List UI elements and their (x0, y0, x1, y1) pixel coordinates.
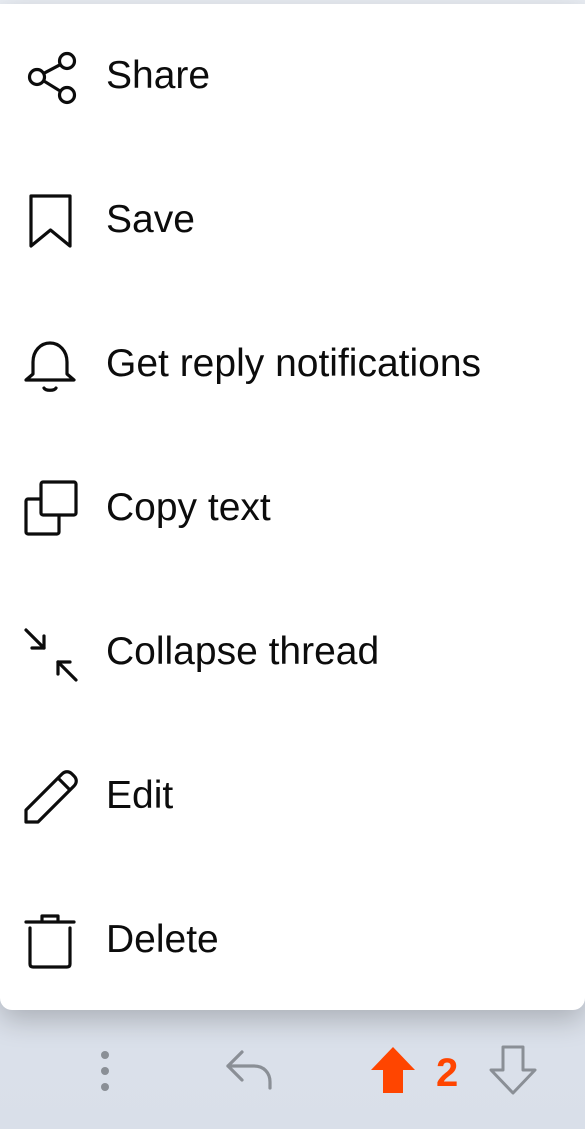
menu-item-delete[interactable]: Delete (0, 868, 585, 1012)
menu-item-label: Collapse thread (106, 630, 380, 673)
menu-item-label: Delete (106, 918, 219, 961)
vote-score: 2 (436, 1051, 459, 1095)
menu-item-label: Copy text (106, 486, 271, 529)
share-icon (18, 44, 82, 108)
comment-overflow-menu: Share Save Get reply notifications Copy … (0, 4, 585, 1010)
bookmark-icon (18, 188, 82, 252)
menu-item-collapse-thread[interactable]: Collapse thread (0, 580, 585, 724)
more-vertical-icon[interactable] (96, 1049, 114, 1093)
menu-item-label: Share (106, 54, 211, 97)
collapse-icon (18, 620, 82, 684)
trash-icon (18, 908, 82, 972)
menu-item-label: Get reply notifications (106, 342, 482, 385)
menu-item-copy-text[interactable]: Copy text (0, 436, 585, 580)
upvote-arrow-icon[interactable] (369, 1044, 417, 1096)
reply-icon[interactable] (224, 1046, 274, 1094)
downvote-arrow-icon[interactable] (489, 1044, 537, 1096)
menu-item-edit[interactable]: Edit (0, 724, 585, 868)
copy-icon (18, 476, 82, 540)
menu-item-share[interactable]: Share (0, 4, 585, 148)
menu-item-get-reply-notifications[interactable]: Get reply notifications (0, 292, 585, 436)
menu-item-save[interactable]: Save (0, 148, 585, 292)
menu-item-label: Save (106, 198, 195, 241)
menu-item-label: Edit (106, 774, 174, 817)
bell-icon (18, 332, 82, 396)
pencil-icon (18, 764, 82, 828)
